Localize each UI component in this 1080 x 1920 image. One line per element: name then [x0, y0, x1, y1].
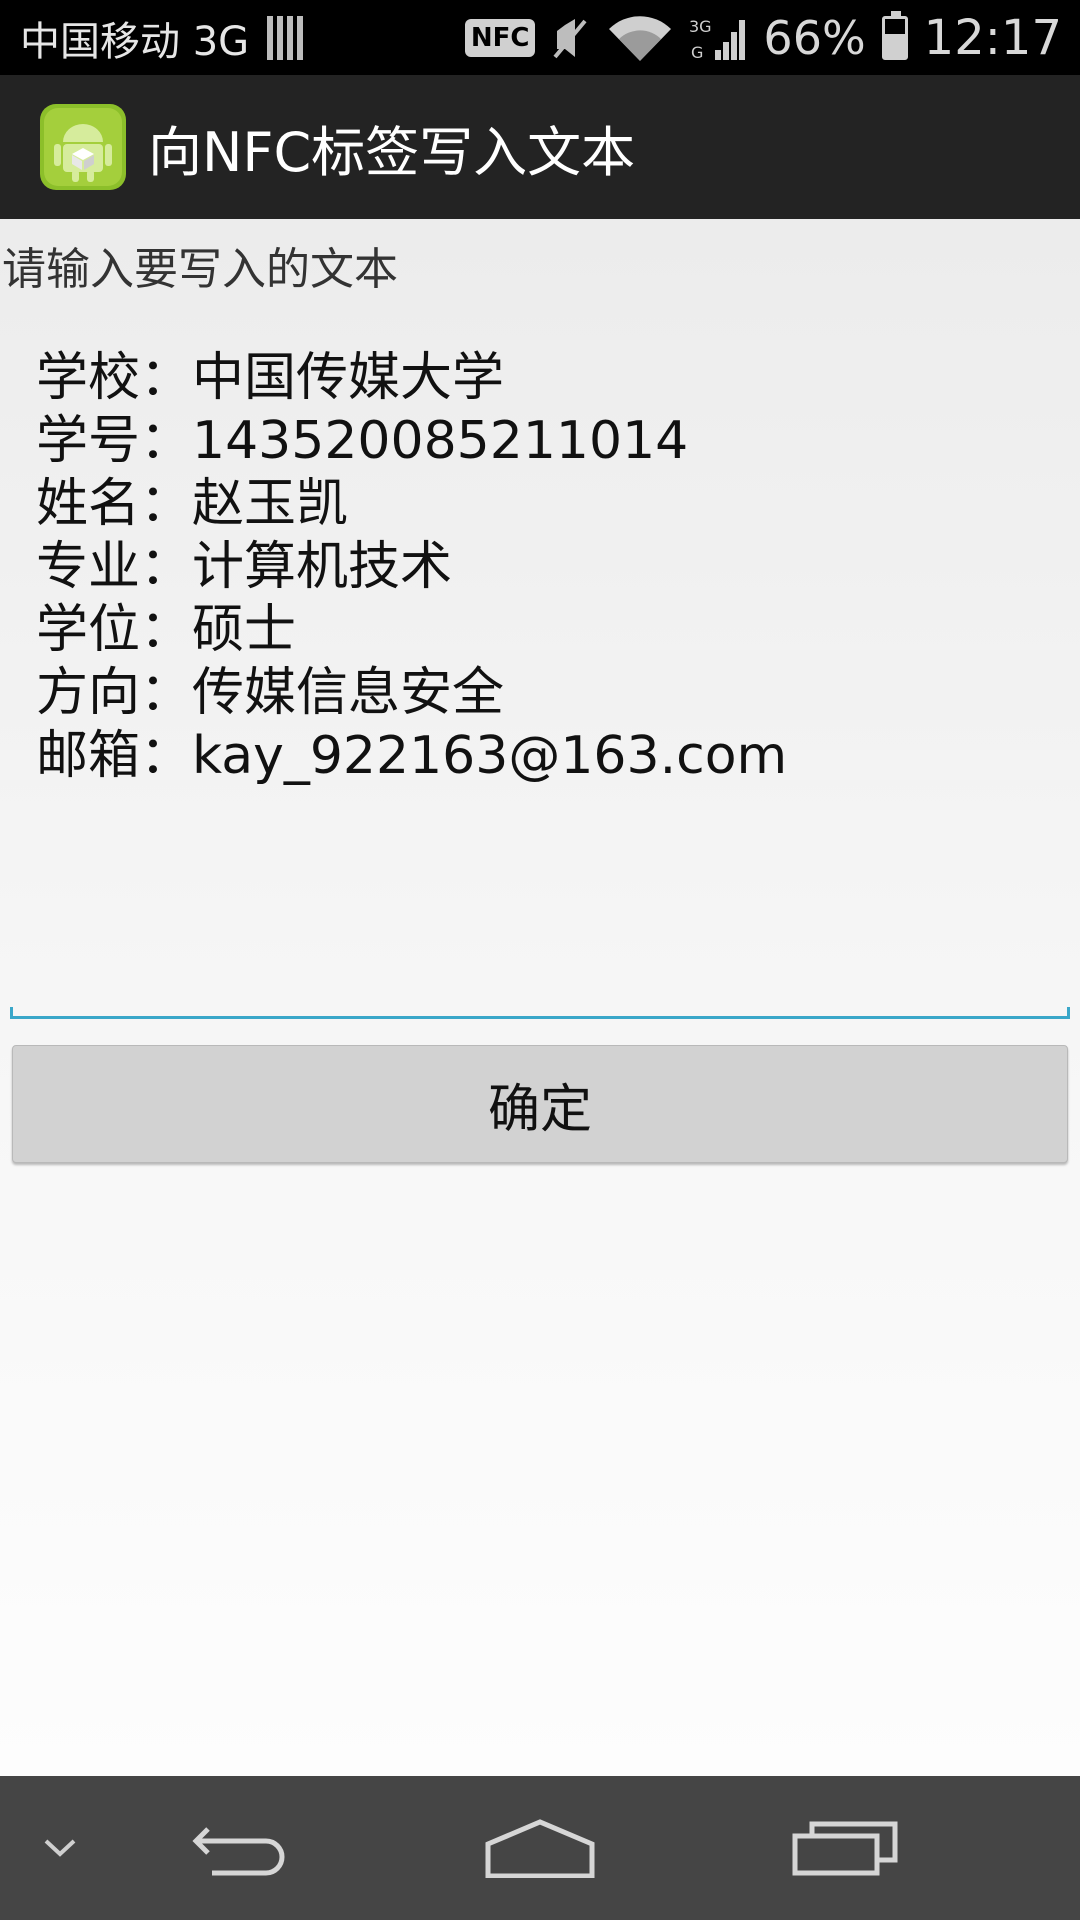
nfc-icon: NFC: [464, 18, 536, 57]
svg-text:G: G: [691, 43, 703, 62]
input-line: 方向：传媒信息安全: [36, 663, 505, 723]
home-icon: [485, 1819, 595, 1878]
input-line: 姓名：赵玉凯: [36, 474, 349, 534]
hide-keyboard-icon: [44, 1839, 76, 1857]
recent-apps-button[interactable]: [775, 1776, 915, 1920]
back-icon: [192, 1827, 285, 1876]
battery-percent: 66%: [763, 10, 866, 65]
text-input[interactable]: 学校：中国传媒大学 学号：143520085211014 姓名：赵玉凯 专业：计…: [10, 347, 1070, 1013]
action-bar: 向NFC标签写入文本: [0, 75, 1080, 219]
input-underline: [10, 1007, 1070, 1019]
prompt-label: 请输入要写入的文本: [2, 244, 398, 295]
battery-icon: [881, 10, 908, 60]
input-line: 专业：计算机技术: [36, 537, 453, 597]
mute-icon: [553, 18, 587, 58]
main-content: 请输入要写入的文本 学校：中国传媒大学 学号：143520085211014 姓…: [0, 219, 1080, 1776]
input-line: 学位：硕士: [36, 600, 297, 660]
status-bar: 中国移动 3G NFC 3G G 66% 12:17: [0, 0, 1080, 75]
wifi-icon: [609, 15, 672, 61]
status-icons: NFC 3G G 66% 12:17: [464, 9, 1062, 66]
home-button[interactable]: [470, 1776, 610, 1920]
input-line: 学号：143520085211014: [36, 411, 689, 471]
confirm-button[interactable]: 确定: [12, 1045, 1068, 1163]
recent-apps-icon: [792, 1821, 898, 1876]
hide-keyboard-button[interactable]: [20, 1776, 100, 1920]
svg-text:3G: 3G: [689, 17, 712, 36]
back-button[interactable]: [170, 1776, 310, 1920]
input-line: 学校：中国传媒大学: [36, 348, 505, 408]
android-app-icon[interactable]: [40, 104, 126, 190]
input-line: 邮箱：kay_922163@163.com: [36, 726, 788, 786]
signal-bars-icon: [267, 15, 304, 60]
app-title: 向NFC标签写入文本: [148, 120, 636, 184]
mobile-signal-icon: 3G G: [689, 17, 746, 62]
navigation-bar: [0, 1776, 1080, 1920]
carrier-label: 中国移动 3G: [20, 18, 250, 65]
clock: 12:17: [923, 9, 1062, 66]
